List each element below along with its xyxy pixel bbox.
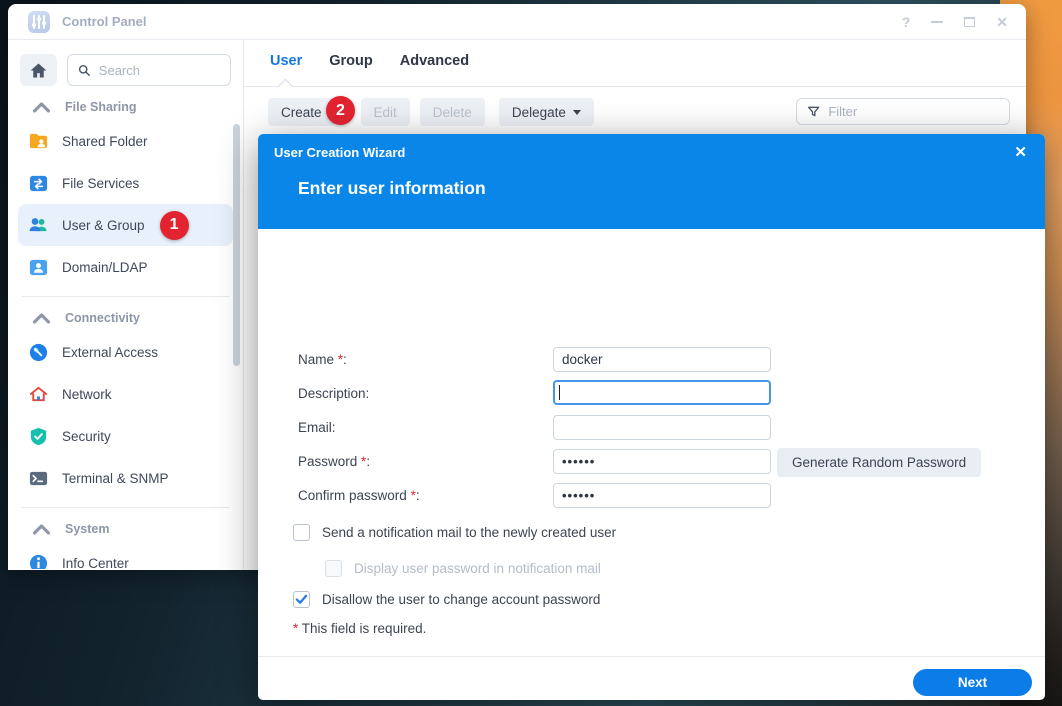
file-services-icon bbox=[28, 173, 49, 194]
sidebar-item-domain-ldap[interactable]: Domain/LDAP bbox=[8, 246, 243, 288]
dropdown-caret-icon bbox=[573, 110, 581, 115]
delegate-button[interactable]: Delegate bbox=[499, 98, 594, 126]
status-badge: 1 bbox=[160, 211, 189, 240]
password-label: Password *: bbox=[298, 449, 370, 475]
sidebar-item-file-services[interactable]: File Services bbox=[8, 162, 243, 204]
send-notification-checkbox[interactable]: Send a notification mail to the newly cr… bbox=[293, 523, 616, 541]
user-creation-wizard-dialog: User Creation Wizard ✕ Enter user inform… bbox=[258, 134, 1045, 700]
sidebar: File Sharing Shared Folder File Services bbox=[8, 40, 244, 569]
generate-random-password-button[interactable]: Generate Random Password bbox=[777, 448, 981, 477]
sidebar-item-external-access[interactable]: External Access bbox=[8, 331, 243, 373]
section-file-sharing[interactable]: File Sharing bbox=[8, 94, 243, 120]
sidebar-search[interactable] bbox=[67, 54, 231, 86]
user-group-icon bbox=[28, 215, 49, 236]
sidebar-item-network[interactable]: Network bbox=[8, 373, 243, 415]
control-panel-icon bbox=[28, 11, 50, 33]
close-icon[interactable]: ✕ bbox=[996, 15, 1008, 29]
home-icon bbox=[28, 60, 49, 81]
tab-user[interactable]: User bbox=[270, 53, 302, 69]
filter-input[interactable] bbox=[828, 104, 999, 119]
info-center-icon bbox=[28, 553, 49, 570]
shared-folder-icon bbox=[28, 131, 49, 152]
wizard-footer: Next bbox=[258, 656, 1045, 700]
home-button[interactable] bbox=[20, 54, 57, 86]
confirm-password-label: Confirm password *: bbox=[298, 483, 420, 509]
network-icon bbox=[28, 384, 49, 405]
description-label: Description: bbox=[298, 381, 369, 407]
wizard-header: User Creation Wizard ✕ Enter user inform… bbox=[258, 134, 1045, 229]
status-badge: 2 bbox=[326, 96, 355, 125]
sidebar-item-terminal-snmp[interactable]: Terminal & SNMP bbox=[8, 457, 243, 499]
required-field-note: * This field is required. bbox=[293, 621, 426, 636]
sidebar-scrollbar[interactable] bbox=[233, 124, 240, 366]
help-icon[interactable]: ? bbox=[902, 15, 911, 29]
next-button[interactable]: Next bbox=[913, 669, 1032, 696]
password-field[interactable] bbox=[553, 449, 771, 474]
section-connectivity[interactable]: Connectivity bbox=[8, 305, 243, 331]
name-label: Name *: bbox=[298, 347, 347, 373]
delete-button[interactable]: Delete bbox=[420, 98, 485, 126]
divider bbox=[22, 507, 229, 508]
checkbox-unchecked-icon[interactable] bbox=[293, 524, 310, 541]
checkbox-checked-icon[interactable] bbox=[293, 591, 310, 608]
email-label: Email: bbox=[298, 415, 336, 441]
divider bbox=[22, 296, 229, 297]
divider bbox=[244, 86, 1026, 87]
terminal-icon bbox=[28, 468, 49, 489]
close-icon[interactable]: ✕ bbox=[1014, 143, 1027, 161]
tab-advanced[interactable]: Advanced bbox=[400, 53, 469, 69]
text-cursor bbox=[559, 385, 560, 400]
sidebar-item-shared-folder[interactable]: Shared Folder bbox=[8, 120, 243, 162]
toolbar: Create 2 Edit Delete Delegate bbox=[268, 98, 594, 126]
display-password-checkbox[interactable]: Display user password in notification ma… bbox=[325, 559, 601, 577]
disallow-password-change-checkbox[interactable]: Disallow the user to change account pass… bbox=[293, 590, 600, 608]
chevron-up-icon bbox=[31, 308, 52, 329]
sidebar-item-info-center[interactable]: Info Center bbox=[8, 542, 243, 569]
section-system[interactable]: System bbox=[8, 516, 243, 542]
wizard-body: Name *: Description: Email: Password *: … bbox=[258, 229, 1045, 656]
window-title: Control Panel bbox=[62, 14, 147, 29]
sidebar-item-security[interactable]: Security bbox=[8, 415, 243, 457]
filter-funnel-icon bbox=[807, 104, 820, 119]
name-field[interactable] bbox=[553, 347, 771, 372]
description-field[interactable] bbox=[553, 380, 771, 405]
tab-group[interactable]: Group bbox=[329, 53, 373, 69]
external-access-icon bbox=[28, 342, 49, 363]
maximize-icon[interactable] bbox=[964, 17, 975, 27]
domain-ldap-icon bbox=[28, 257, 49, 278]
search-icon bbox=[78, 63, 91, 78]
active-tab-notch bbox=[278, 79, 294, 95]
edit-button[interactable]: Edit bbox=[361, 98, 410, 126]
create-button[interactable]: Create bbox=[268, 98, 335, 126]
filter-search[interactable] bbox=[796, 98, 1010, 125]
search-input[interactable] bbox=[99, 63, 220, 78]
sidebar-item-user-group[interactable]: User & Group 1 bbox=[18, 204, 233, 246]
sidebar-nav: File Sharing Shared Folder File Services bbox=[8, 94, 243, 569]
security-shield-icon bbox=[28, 426, 49, 447]
email-field[interactable] bbox=[553, 415, 771, 440]
checkbox-disabled-icon bbox=[325, 560, 342, 577]
minimize-icon[interactable] bbox=[931, 21, 943, 23]
wizard-step-title: Enter user information bbox=[298, 178, 486, 199]
confirm-password-field[interactable] bbox=[553, 483, 771, 508]
wizard-title: User Creation Wizard bbox=[274, 145, 405, 160]
titlebar[interactable]: Control Panel ? ✕ bbox=[8, 4, 1026, 40]
chevron-up-icon bbox=[31, 519, 52, 540]
chevron-up-icon bbox=[31, 97, 52, 118]
tab-bar: User Group Advanced bbox=[270, 53, 469, 69]
